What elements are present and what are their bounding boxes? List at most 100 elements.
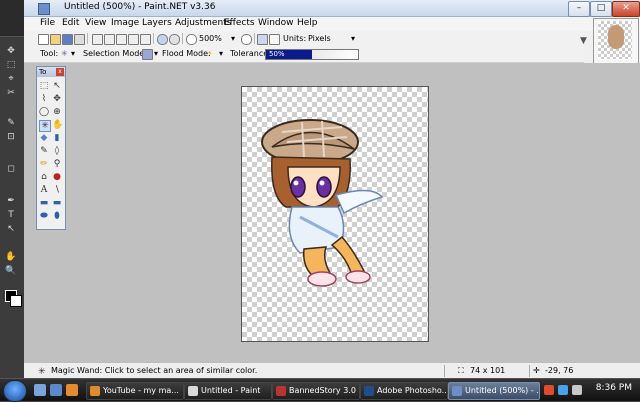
ps-lasso-icon[interactable]: ⌖ [5,74,17,84]
taskbar-item-photoshop[interactable]: Adobe Photosho... [360,382,448,400]
move-selected-icon[interactable]: ✥ [52,94,62,104]
photoshop-options-bar [0,0,24,37]
clock[interactable]: 8:36 PM [596,383,632,393]
redo-icon[interactable] [169,34,180,45]
tray-network-icon[interactable] [558,385,568,395]
menu-view[interactable]: View [85,18,106,28]
status-separator [529,365,530,377]
tool-dropdown-icon[interactable]: ▾ [71,49,75,58]
recolor-icon[interactable]: ● [52,172,62,182]
rectangle-icon[interactable]: ▬ [39,198,49,208]
crop-to-selection-icon[interactable] [128,34,139,45]
start-button[interactable] [3,380,27,402]
firefox-icon[interactable] [66,384,78,396]
text-tool-icon[interactable]: A [39,185,49,195]
ps-move-icon[interactable]: ✥ [5,46,17,56]
zoom-icon[interactable] [186,34,197,45]
selection-mode-icon[interactable] [142,49,153,60]
image-list-arrow-icon[interactable]: ▼ [580,36,587,46]
show-desktop-icon[interactable] [34,384,46,396]
cut-icon[interactable] [92,34,103,45]
menu-edit[interactable]: Edit [62,18,79,28]
ps-selection-icon[interactable]: ↖ [5,224,17,234]
paste-icon[interactable] [116,34,127,45]
maximize-button[interactable]: □ [590,1,612,17]
new-file-icon[interactable] [38,34,49,45]
flood-mode-icon[interactable]: ⚡ [207,49,213,58]
flood-mode-label: Flood Mode: [162,49,211,58]
image-canvas[interactable] [241,86,429,342]
clone-stamp-icon[interactable]: ⌂ [39,172,49,182]
menu-help[interactable]: Help [297,18,318,28]
close-button[interactable]: ✕ [612,1,640,17]
paint-bucket-icon[interactable]: ◆ [39,133,49,143]
undo-icon[interactable] [157,34,168,45]
units-dropdown-icon[interactable]: ▾ [351,34,355,43]
tools-close-icon[interactable]: x [56,68,64,76]
photoshop-icon [364,386,374,396]
menu-layers[interactable]: Layers [142,18,172,28]
grid-icon[interactable] [257,34,268,45]
ellipse-select-icon[interactable]: ◯ [39,107,49,117]
pan-icon[interactable]: ✋ [52,120,63,130]
gradient-icon[interactable]: ▮ [52,133,62,143]
paintbrush-icon[interactable]: ✎ [39,146,49,156]
ps-hand-icon[interactable]: ✋ [5,252,17,262]
ps-pen-icon[interactable]: ✒ [5,196,17,206]
color-picker-icon[interactable]: ⚲ [52,159,62,169]
tray-volume-icon[interactable] [572,385,582,395]
units-select[interactable]: Pixels [308,34,331,43]
rounded-rectangle-icon[interactable]: ▬ [52,198,62,208]
ps-zoom-icon[interactable]: 🔍 [5,266,17,276]
taskbar-item-paintnet[interactable]: Untitled (500%) - ... [448,382,540,400]
ruler-icon[interactable] [269,34,280,45]
paintnet-icon [38,3,50,15]
image-thumbnail[interactable] [593,18,639,64]
pencil-icon[interactable]: ✏ [39,159,49,169]
open-file-icon[interactable] [50,34,61,45]
magic-wand-tool-icon[interactable]: ✳ [61,49,68,58]
zoom-dropdown-icon[interactable]: ▾ [231,34,235,43]
tools-window-title[interactable]: To x [37,67,65,77]
taskbar-item-paint[interactable]: Untitled - Paint [184,382,272,400]
toolbar-separator [153,33,154,44]
menu-window[interactable]: Window [258,18,294,28]
ellipse-icon[interactable]: ⬬ [39,211,49,221]
zoom-tool-icon[interactable]: ⊕ [52,107,62,117]
ps-background-color[interactable] [10,295,22,307]
deselect-icon[interactable] [140,34,151,45]
selection-mode-label: Selection Mode: [83,49,147,58]
rectangle-select-icon[interactable]: ⬚ [39,81,49,91]
save-icon[interactable] [62,34,73,45]
eraser-icon[interactable]: ◊ [52,146,62,156]
ps-marquee-icon[interactable]: ⬚ [5,60,17,70]
switch-windows-icon[interactable] [50,384,62,396]
lasso-select-icon[interactable]: ⌇ [39,94,49,104]
ps-type-icon[interactable]: T [5,210,17,220]
move-selection-icon[interactable]: ↖ [52,81,62,91]
magic-wand-icon[interactable]: ✳ [39,120,51,132]
ps-crop-icon[interactable]: ✂ [5,88,17,98]
flood-mode-dropdown-icon[interactable]: ▾ [219,49,223,58]
tray-app-icon[interactable] [544,385,554,395]
ps-stamp-icon[interactable]: ⊡ [5,132,17,142]
zoom-value[interactable]: 500% [199,34,222,43]
tolerance-slider[interactable]: 50% [265,49,359,60]
menu-effects[interactable]: Effects [224,18,255,28]
selection-mode-dropdown-icon[interactable]: ▾ [154,49,158,58]
menu-file[interactable]: File [40,18,55,28]
tolerance-value: 50% [269,50,285,58]
units-label: Units: [283,34,307,43]
ps-eraser-icon[interactable]: ◻ [5,164,17,174]
copy-icon[interactable] [104,34,115,45]
line-curve-icon[interactable]: ∖ [52,185,62,195]
taskbar-item-youtube[interactable]: YouTube - my ma... [86,382,184,400]
menu-adjustments[interactable]: Adjustments [175,18,231,28]
ps-brush-icon[interactable]: ✎ [5,118,17,128]
zoom-in-icon[interactable] [241,34,252,45]
taskbar-item-bannedstory[interactable]: BannedStory 3.0 [272,382,360,400]
freeform-shape-icon[interactable]: ⬮ [52,211,62,221]
print-icon[interactable] [74,34,85,45]
minimize-button[interactable]: – [568,1,590,17]
menu-image[interactable]: Image [111,18,139,28]
